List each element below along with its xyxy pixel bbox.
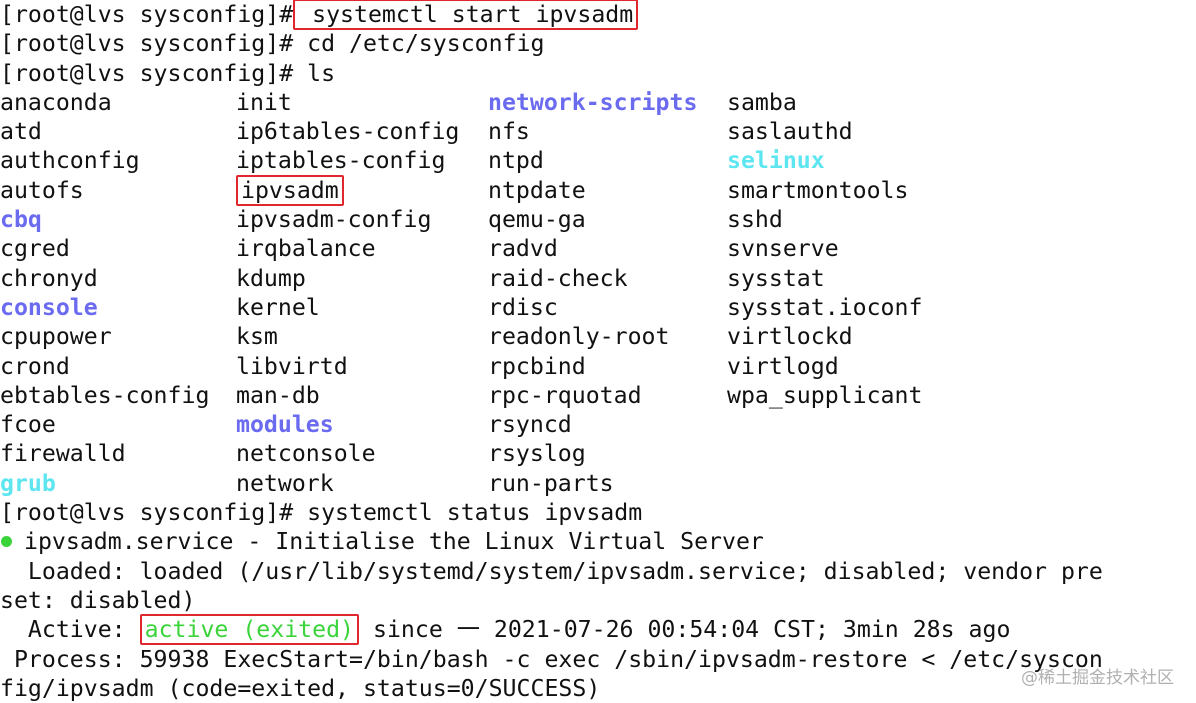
file-entry: sysstat.ioconf <box>727 293 923 321</box>
symlink-entry: selinux <box>727 147 825 175</box>
file-entry: crond <box>0 352 70 380</box>
file-entry: init <box>236 88 292 116</box>
ls-row: fcoe modules rsyncd <box>0 410 1196 439</box>
ls-row: cgred irqbalance radvd svnserve <box>0 234 1196 263</box>
active-line: Active: active (exited) since 一 2021-07-… <box>0 614 1196 646</box>
command-text: systemctl status ipvsadm <box>293 499 643 527</box>
file-entry <box>727 439 1027 468</box>
ls-row: chronyd kdump raid-check sysstat <box>0 264 1196 293</box>
file-entry: readonly-root <box>488 323 670 351</box>
file-entry: raid-check <box>488 264 628 292</box>
command-text: ls <box>293 59 336 87</box>
ls-row: firewalld netconsole rsyslog <box>0 439 1196 468</box>
file-entry: kdump <box>236 264 306 292</box>
file-entry: rdisc <box>488 293 558 321</box>
active-label: Active: <box>0 616 126 644</box>
prompt: [root@lvs sysconfig]# <box>0 1 294 28</box>
command-line-status: [root@lvs sysconfig]# systemctl status i… <box>0 498 1196 527</box>
directory-entry: console <box>0 293 98 321</box>
file-entry: ksm <box>236 323 278 351</box>
file-entry: saslauthd <box>727 118 853 146</box>
process-line-wrap: fig/ipvsadm (code=exited, status=0/SUCCE… <box>0 674 601 702</box>
ls-row: crond libvirtd rpcbind virtlogd <box>0 352 1196 381</box>
file-entry: smartmontools <box>727 176 909 204</box>
prompt: [root@lvs sysconfig]# <box>0 59 294 87</box>
ls-row: grub network run-parts <box>0 469 1196 498</box>
file-entry: ntpd <box>488 147 544 175</box>
command-line-cd: [root@lvs sysconfig]# cd /etc/sysconfig <box>0 29 1196 58</box>
directory-entry: modules <box>236 411 334 439</box>
file-entry: autofs <box>0 176 84 204</box>
file-entry: libvirtd <box>236 352 348 380</box>
file-entry: virtlockd <box>727 323 853 351</box>
directory-entry: cbq <box>0 206 42 234</box>
file-entry: cgred <box>0 235 70 263</box>
file-entry: ebtables-config <box>0 381 210 409</box>
ls-row: console kernel rdisc sysstat.ioconf <box>0 293 1196 322</box>
ls-row: ebtables-config man-db rpc-rquotad wpa_s… <box>0 381 1196 410</box>
active-since: since 一 2021-07-26 00:54:04 CST; 3min 28… <box>372 616 1011 644</box>
file-entry <box>727 469 1027 498</box>
process-line: Process: 59938 ExecStart=/bin/bash -c ex… <box>0 645 1103 673</box>
directory-entry: network-scripts <box>488 88 698 116</box>
file-entry <box>727 410 1027 439</box>
watermark: @稀土掘金技术社区 <box>1021 668 1174 688</box>
prompt: [root@lvs sysconfig]# <box>0 30 294 58</box>
status-dot-icon <box>1 536 12 548</box>
file-entry: irqbalance <box>236 235 376 263</box>
loaded-line-wrap: set: disabled) <box>0 586 196 614</box>
file-entry: wpa_supplicant <box>727 381 923 409</box>
command-line-ls: [root@lvs sysconfig]# ls <box>0 59 1196 88</box>
file-entry: network <box>236 469 334 497</box>
terminal-output[interactable]: [root@lvs sysconfig]# systemctl start ip… <box>0 0 1196 702</box>
file-entry: radvd <box>488 235 558 263</box>
command-line-start: [root@lvs sysconfig]# systemctl start ip… <box>0 0 1196 30</box>
prompt: [root@lvs sysconfig]# <box>0 499 294 527</box>
highlighted-file-entry: ipvsadm <box>236 174 344 206</box>
file-entry: firewalld <box>0 440 126 468</box>
loaded-line: Loaded: loaded (/usr/lib/systemd/system/… <box>0 557 1103 585</box>
ls-row: atd ip6tables-config nfs saslauthd <box>0 117 1196 146</box>
file-entry: svnserve <box>727 235 839 263</box>
file-entry: samba <box>727 88 797 116</box>
file-entry: chronyd <box>0 264 98 292</box>
file-entry: sshd <box>727 206 783 234</box>
command-text: cd /etc/sysconfig <box>293 30 545 58</box>
file-entry: ip6tables-config <box>236 118 460 146</box>
file-entry: qemu-ga <box>488 206 586 234</box>
file-entry: kernel <box>236 293 320 321</box>
file-entry: rpcbind <box>488 352 586 380</box>
service-description: ipvsadm.service - Initialise the Linux V… <box>24 528 764 556</box>
file-entry: atd <box>0 118 42 146</box>
file-entry: rsyslog <box>488 440 586 468</box>
highlighted-command: systemctl start ipvsadm <box>293 0 639 30</box>
ls-row: cpupower ksm readonly-root virtlockd <box>0 322 1196 351</box>
symlink-entry: grub <box>0 469 56 497</box>
file-entry: iptables-config <box>236 147 446 175</box>
file-entry-cell: ipvsadm <box>236 174 488 206</box>
file-entry: virtlogd <box>727 352 839 380</box>
ls-row: autofs ipvsadm ntpdate smartmontools <box>0 174 1196 206</box>
file-entry: anaconda <box>0 88 112 116</box>
service-line: ipvsadm.service - Initialise the Linux V… <box>0 527 1196 556</box>
file-entry: authconfig <box>0 147 140 175</box>
file-entry: ntpdate <box>488 176 586 204</box>
active-status-highlight: active (exited) <box>139 614 360 646</box>
file-entry: fcoe <box>0 411 56 439</box>
file-entry: ipvsadm-config <box>236 206 432 234</box>
ls-row: anaconda init network-scripts samba <box>0 88 1196 117</box>
file-entry: rsyncd <box>488 411 572 439</box>
file-entry: run-parts <box>488 469 614 497</box>
ls-row: authconfig iptables-config ntpd selinux <box>0 146 1196 175</box>
file-entry: cpupower <box>0 323 112 351</box>
file-entry: nfs <box>488 118 530 146</box>
file-entry: man-db <box>236 381 320 409</box>
file-entry: netconsole <box>236 440 376 468</box>
file-entry: sysstat <box>727 264 825 292</box>
ls-row: cbq ipvsadm-config qemu-ga sshd <box>0 205 1196 234</box>
file-entry: rpc-rquotad <box>488 381 642 409</box>
